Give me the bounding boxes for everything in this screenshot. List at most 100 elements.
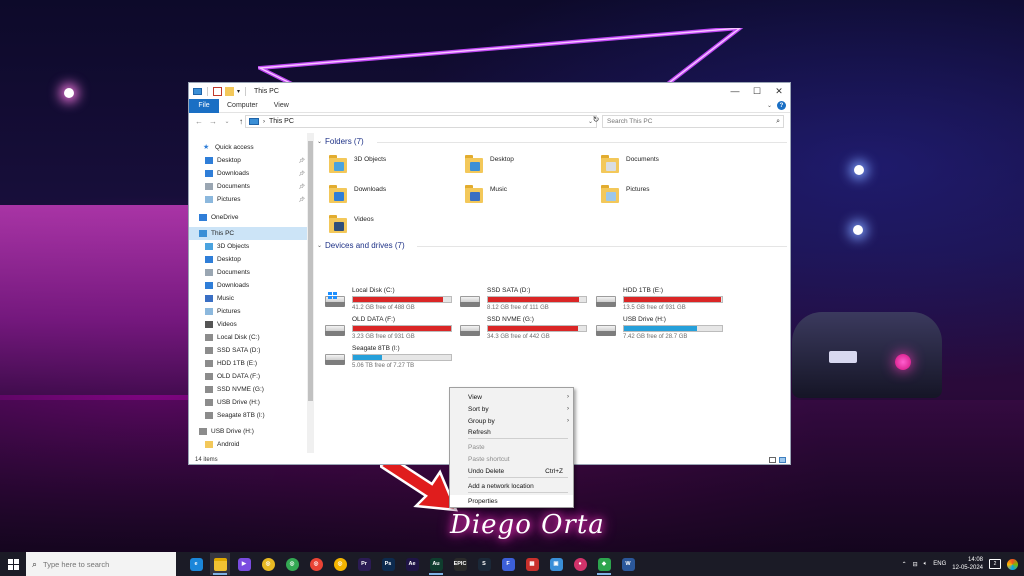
- sidebar-item-dcim[interactable]: DCIM: [189, 451, 307, 453]
- collapse-chevron-icon[interactable]: ⌄: [317, 242, 322, 249]
- sidebar-item-local-disk-c[interactable]: Local Disk (C:): [189, 331, 307, 344]
- minimize-button[interactable]: —: [724, 83, 746, 99]
- refresh-icon[interactable]: ↻: [591, 115, 601, 128]
- copilot-icon[interactable]: [1007, 558, 1018, 570]
- folder-item[interactable]: Downloads: [329, 181, 459, 207]
- network-icon[interactable]: ⊟: [913, 561, 918, 568]
- sidebar-item-documents[interactable]: Documents 📌︎: [189, 180, 307, 193]
- search-box[interactable]: ⌕: [602, 115, 784, 128]
- sidebar-item-usb-drive-h[interactable]: USB Drive (H:): [189, 425, 307, 438]
- menu-item-add-a-network-location[interactable]: Add a network location: [450, 480, 573, 492]
- sidebar-item-pictures[interactable]: Pictures 📌︎: [189, 193, 307, 206]
- taskbar-app-app-pink[interactable]: ●: [570, 553, 590, 575]
- taskbar-app-after-effects[interactable]: Ae: [402, 553, 422, 575]
- clock[interactable]: 14:08 12-05-2024: [952, 556, 983, 572]
- drive-item[interactable]: Local Disk (C:) 41.2 GB free of 488 GB: [325, 287, 465, 315]
- title-bar[interactable]: ▾ This PC — ☐ ✕: [189, 83, 790, 99]
- taskbar-app-word[interactable]: W: [618, 553, 638, 575]
- menu-item-sort-by[interactable]: Sort by ›: [450, 403, 573, 415]
- taskbar-app-audition[interactable]: Au: [426, 553, 446, 575]
- sidebar-item-videos[interactable]: Videos: [189, 318, 307, 331]
- sidebar-item-hdd-1tb-e[interactable]: HDD 1TB (E:): [189, 357, 307, 370]
- expand-ribbon-icon[interactable]: ⌄: [767, 102, 772, 109]
- language-indicator[interactable]: ENG: [933, 561, 946, 567]
- drive-item[interactable]: Seagate 8TB (I:) 5.06 TB free of 7.27 TB: [325, 345, 465, 373]
- folder-item[interactable]: Documents: [601, 151, 731, 177]
- sidebar-item-usb-drive-h[interactable]: USB Drive (H:): [189, 396, 307, 409]
- folder-item[interactable]: 3D Objects: [329, 151, 459, 177]
- customize-toolbar-icon[interactable]: ▾: [237, 88, 240, 95]
- taskbar-app-media[interactable]: ▶: [234, 553, 254, 575]
- taskbar-app-app-blue[interactable]: ▣: [546, 553, 566, 575]
- search-icon[interactable]: ⌕: [776, 118, 783, 126]
- menu-item-undo-delete[interactable]: Undo Delete Ctrl+Z: [450, 465, 573, 477]
- taskbar-app-flow[interactable]: F: [498, 553, 518, 575]
- drive-item[interactable]: SSD SATA (D:) 8.12 GB free of 111 GB: [460, 287, 600, 315]
- new-folder-icon[interactable]: [225, 86, 234, 96]
- forward-button[interactable]: →: [208, 117, 218, 126]
- search-input[interactable]: [607, 118, 767, 125]
- menu-item-view[interactable]: View ›: [450, 391, 573, 403]
- collapse-chevron-icon[interactable]: ⌄: [317, 138, 322, 145]
- folder-item[interactable]: Pictures: [601, 181, 731, 207]
- folder-item[interactable]: Desktop: [465, 151, 595, 177]
- taskbar-app-chrome-2[interactable]: ◎: [282, 553, 302, 575]
- help-icon[interactable]: ?: [777, 101, 786, 110]
- taskbar-app-app-red[interactable]: ▦: [522, 553, 542, 575]
- folders-section-header[interactable]: ⌄ Folders (7): [317, 137, 364, 146]
- tab-computer[interactable]: Computer: [219, 99, 266, 113]
- sidebar-item-3d-objects[interactable]: 3D Objects: [189, 240, 307, 253]
- sidebar-item-seagate-8tb-i[interactable]: Seagate 8TB (I:): [189, 409, 307, 422]
- tab-view[interactable]: View: [266, 99, 297, 113]
- folder-item[interactable]: Music: [465, 181, 595, 207]
- large-icons-view-icon[interactable]: [779, 456, 786, 463]
- maximize-button[interactable]: ☐: [746, 83, 768, 99]
- sidebar-item-downloads[interactable]: Downloads: [189, 279, 307, 292]
- properties-icon[interactable]: [213, 86, 222, 96]
- breadcrumb-chevron-icon[interactable]: ›: [263, 119, 265, 125]
- taskbar-search[interactable]: ⌕: [26, 552, 176, 576]
- start-button[interactable]: [0, 552, 26, 576]
- sidebar-item-old-data-f[interactable]: OLD DATA (F:): [189, 370, 307, 383]
- menu-item-paste[interactable]: Paste: [450, 441, 573, 453]
- taskbar-app-canary[interactable]: ◎: [330, 553, 350, 575]
- folder-item[interactable]: Videos: [329, 211, 459, 237]
- taskbar-app-steam[interactable]: S: [474, 553, 494, 575]
- close-button[interactable]: ✕: [768, 83, 790, 99]
- notification-center-icon[interactable]: 2: [989, 559, 1001, 569]
- drive-item[interactable]: HDD 1TB (E:) 13.5 GB free of 931 GB: [596, 287, 736, 315]
- sidebar-item-ssd-sata-d[interactable]: SSD SATA (D:): [189, 344, 307, 357]
- sidebar-item-android[interactable]: Android: [189, 438, 307, 451]
- details-view-icon[interactable]: [769, 456, 776, 463]
- taskbar-app-epic[interactable]: EPIC: [450, 553, 470, 575]
- breadcrumb[interactable]: This PC: [269, 118, 294, 125]
- menu-item-paste-shortcut[interactable]: Paste shortcut: [450, 453, 573, 465]
- sidebar-item-this-pc[interactable]: This PC: [189, 227, 307, 240]
- sidebar-item-ssd-nvme-g[interactable]: SSD NVME (G:): [189, 383, 307, 396]
- drive-item[interactable]: SSD NVME (G:) 34.3 GB free of 442 GB: [460, 316, 600, 344]
- drive-item[interactable]: USB Drive (H:) 7.42 GB free of 28.7 GB: [596, 316, 736, 344]
- volume-icon[interactable]: 🔈︎: [924, 561, 928, 568]
- sidebar-item-documents[interactable]: Documents: [189, 266, 307, 279]
- menu-item-properties[interactable]: Properties: [450, 495, 573, 507]
- taskbar-app-file-explorer[interactable]: [210, 553, 230, 575]
- sidebar-item-music[interactable]: Music: [189, 292, 307, 305]
- menu-item-refresh[interactable]: Refresh: [450, 426, 573, 438]
- taskbar-app-chrome-3[interactable]: ◎: [306, 553, 326, 575]
- back-button[interactable]: ←: [194, 117, 204, 126]
- tab-file[interactable]: File: [189, 98, 219, 113]
- sidebar-item-desktop[interactable]: Desktop: [189, 253, 307, 266]
- taskbar-app-app-green[interactable]: ◆: [594, 553, 614, 575]
- sidebar-item-onedrive[interactable]: OneDrive: [189, 211, 307, 224]
- tray-overflow-icon[interactable]: ⌃: [902, 561, 907, 568]
- taskbar-app-photoshop[interactable]: Ps: [378, 553, 398, 575]
- sidebar-item-quick-access[interactable]: ★ Quick access: [189, 141, 307, 154]
- taskbar-app-chrome[interactable]: ◎: [258, 553, 278, 575]
- taskbar-search-input[interactable]: [43, 559, 164, 569]
- drives-section-header[interactable]: ⌄ Devices and drives (7): [317, 241, 405, 250]
- drive-item[interactable]: OLD DATA (F:) 3.23 GB free of 931 GB: [325, 316, 465, 344]
- sidebar-item-pictures[interactable]: Pictures: [189, 305, 307, 318]
- sidebar-item-downloads[interactable]: Downloads 📌︎: [189, 167, 307, 180]
- taskbar-app-edge[interactable]: e: [186, 553, 206, 575]
- sidebar-item-desktop[interactable]: Desktop 📌︎: [189, 154, 307, 167]
